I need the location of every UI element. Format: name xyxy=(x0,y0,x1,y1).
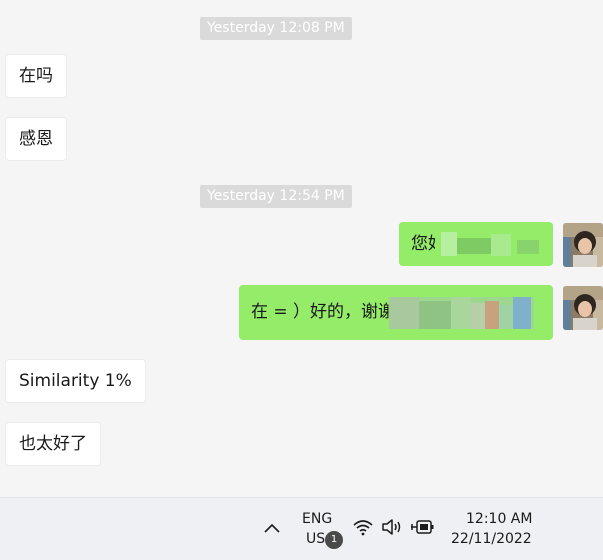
chat-area: Yesterday 12:08 PM 在吗 感恩 Yesterday 12:54… xyxy=(0,0,603,490)
chevron-up-icon[interactable] xyxy=(262,520,282,539)
battery-charging-icon[interactable] xyxy=(411,519,435,539)
avatar-photo xyxy=(563,286,603,330)
clock-date[interactable]: 22/11/2022 xyxy=(451,531,532,547)
timestamp: Yesterday 12:08 PM xyxy=(200,17,352,40)
language-indicator-bottom[interactable]: US xyxy=(306,531,325,547)
wifi-icon[interactable] xyxy=(352,518,374,540)
message-bubble-incoming[interactable]: Similarity 1% xyxy=(5,359,146,403)
language-indicator-top[interactable]: ENG xyxy=(302,511,332,527)
timestamp: Yesterday 12:54 PM xyxy=(200,185,352,208)
avatar-photo xyxy=(563,223,603,267)
speaker-icon[interactable] xyxy=(381,518,403,540)
message-bubble-incoming[interactable]: 也太好了 xyxy=(5,422,101,466)
notification-badge[interactable]: 1 xyxy=(325,531,343,549)
avatar[interactable] xyxy=(563,223,603,267)
message-bubble-incoming[interactable]: 在吗 xyxy=(5,54,67,98)
message-bubble-incoming[interactable]: 感恩 xyxy=(5,117,67,161)
message-text: 在 = ）好的，谢谢 xyxy=(251,302,396,322)
clock-time[interactable]: 12:10 AM xyxy=(466,511,532,527)
message-bubble-outgoing[interactable]: 在 = ）好的，谢谢 xyxy=(239,285,553,340)
avatar[interactable] xyxy=(563,286,603,330)
redaction-blur xyxy=(435,228,545,260)
message-bubble-outgoing[interactable]: 您好 xyxy=(399,222,553,266)
redaction-blur xyxy=(389,297,534,329)
taskbar: ENG US 1 12:10 AM 22/11/2022 xyxy=(0,497,603,560)
